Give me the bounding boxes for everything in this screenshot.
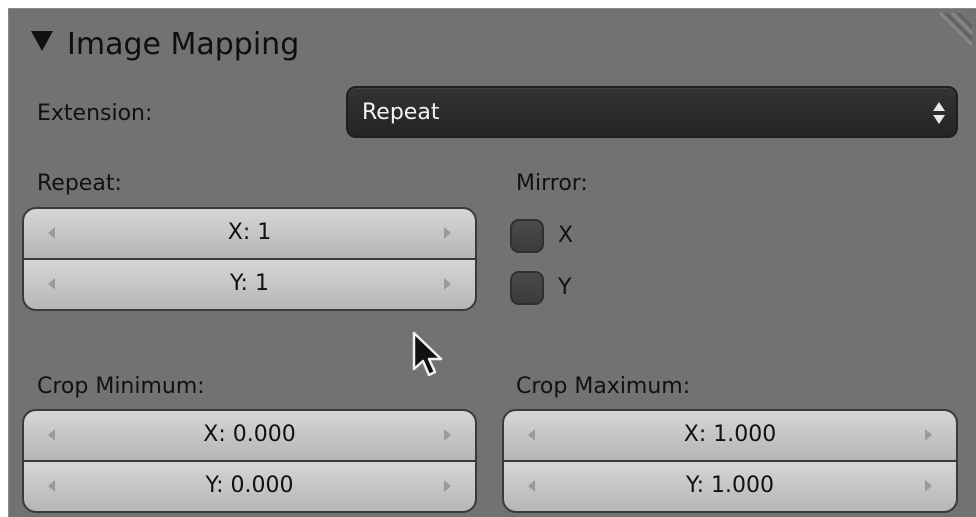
crop-maximum-label: Crop Maximum: [516,374,691,399]
crop-min-y-field[interactable]: Y: 0.000 [24,462,475,511]
crop-minimum-label: Crop Minimum: [37,374,205,399]
drag-grip-icon[interactable] [926,11,974,59]
repeat-field-group: X: 1 Y: 1 [22,207,477,311]
increment-arrow-icon[interactable] [444,429,451,441]
panel-title[interactable]: Image Mapping [67,27,299,63]
repeat-label: Repeat: [37,171,122,196]
image-mapping-panel: Image Mapping Extension: Repeat Repeat: … [8,8,976,517]
extension-label: Extension: [37,101,153,126]
increment-arrow-icon[interactable] [925,429,932,441]
repeat-x-field[interactable]: X: 1 [24,209,475,258]
repeat-y-value: Y: 1 [230,271,269,296]
crop-max-y-field[interactable]: Y: 1.000 [504,462,956,511]
mirror-y-label[interactable]: Y [558,274,571,302]
up-down-arrows-icon [933,102,945,124]
mirror-x-label[interactable]: X [558,222,573,250]
crop-max-x-value: X: 1.000 [683,422,777,447]
mouse-pointer-icon [412,331,443,377]
increment-arrow-icon[interactable] [925,480,932,492]
increment-arrow-icon[interactable] [444,227,451,239]
increment-arrow-icon[interactable] [444,278,451,290]
mirror-x-checkbox[interactable] [510,219,544,253]
extension-value: Repeat [362,100,440,125]
repeat-x-value: X: 1 [227,220,272,245]
crop-min-y-value: Y: 0.000 [205,473,294,498]
crop-minimum-field-group: X: 0.000 Y: 0.000 [22,409,477,513]
crop-min-x-value: X: 0.000 [203,422,296,447]
crop-maximum-field-group: X: 1.000 Y: 1.000 [502,409,958,513]
crop-max-x-field[interactable]: X: 1.000 [504,411,956,460]
mirror-label: Mirror: [516,171,588,196]
crop-min-x-field[interactable]: X: 0.000 [24,411,475,460]
triangle-down-icon[interactable] [31,31,53,51]
mirror-y-checkbox[interactable] [510,271,544,305]
repeat-y-field[interactable]: Y: 1 [24,260,475,309]
extension-dropdown[interactable]: Repeat [346,86,958,138]
crop-max-y-value: Y: 1.000 [686,473,774,498]
increment-arrow-icon[interactable] [444,480,451,492]
